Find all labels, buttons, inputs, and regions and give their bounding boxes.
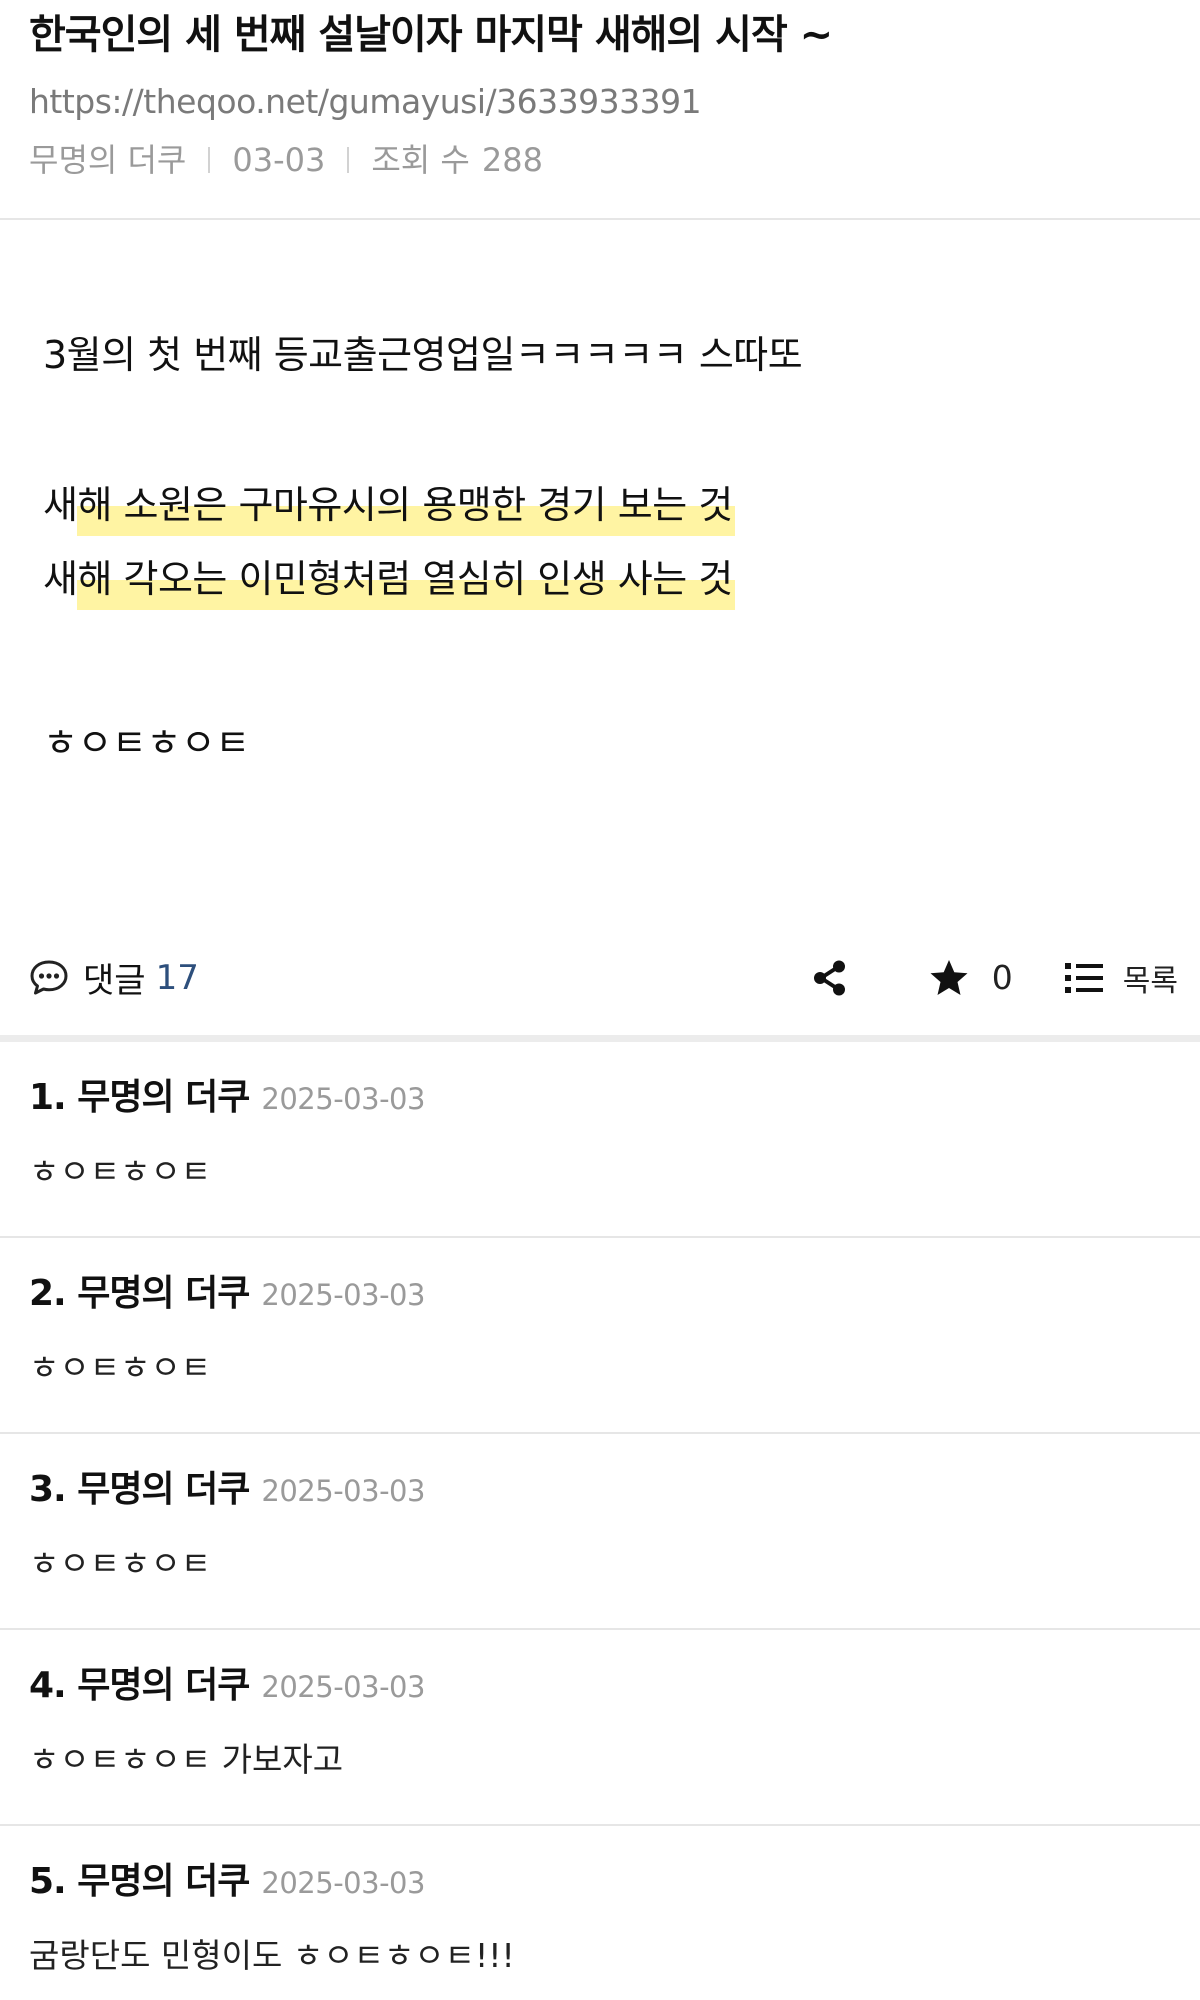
list-label: 목록 [1122,963,1178,999]
post-title: 한국인의 세 번째 설날이자 마지막 새해의 시작 ~ [29,12,833,58]
body-line-highlighted: 새해 각오는 이민형처럼 열심히 인생 사는 것 [43,542,1200,616]
meta-divider [208,147,211,173]
body-text: 새 [43,483,78,527]
body-line: ㅎㅇㅌㅎㅇㅌ [43,721,250,765]
comment-list: 1. 무명의 더쿠 2025-03-03 ㅎㅇㅌㅎㅇㅌ 2. 무명의 더쿠 20… [0,1042,1200,2000]
comment-author: 1. 무명의 더쿠 [29,1077,250,1118]
post-date: 03-03 [232,141,326,179]
comments-link[interactable]: 댓글 17 [29,953,199,1002]
list-button[interactable]: 목록 [1064,956,1178,1000]
meta-divider [347,147,350,173]
body-line-highlighted: 새해 소원은 구마유시의 용맹한 경기 보는 것 [43,468,1200,542]
comment-text: ㅎㅇㅌㅎㅇㅌ 가보자고 [29,1740,344,1779]
post-body: 3월의 첫 번째 등교출근영업일ㅋㅋㅋㅋㅋ 스따또 새해 소원은 구마유시의 용… [0,220,1200,920]
comment-header: 3. 무명의 더쿠 2025-03-03 [29,1460,1171,1512]
comment-item: 1. 무명의 더쿠 2025-03-03 ㅎㅇㅌㅎㅇㅌ [0,1042,1200,1238]
comment-item: 5. 무명의 더쿠 2025-03-03 굼랑단도 민형이도 ㅎㅇㅌㅎㅇㅌ!!! [0,1826,1200,2000]
comment-item: 2. 무명의 더쿠 2025-03-03 ㅎㅇㅌㅎㅇㅌ [0,1238,1200,1434]
comment-date: 2025-03-03 [261,1866,425,1900]
comment-text: 굼랑단도 민형이도 ㅎㅇㅌㅎㅇㅌ!!! [29,1936,515,1975]
comment-header: 5. 무명의 더쿠 2025-03-03 [29,1852,1171,1904]
comment-item: 4. 무명의 더쿠 2025-03-03 ㅎㅇㅌㅎㅇㅌ 가보자고 [0,1630,1200,1826]
highlighted-text: 해 소원은 구마유시의 용맹한 경기 보는 것 [77,468,735,542]
comment-text: ㅎㅇㅌㅎㅇㅌ [29,1544,212,1583]
body-line: 3월의 첫 번째 등교출근영업일ㅋㅋㅋㅋㅋ 스따또 [43,333,803,377]
share-icon [813,960,845,995]
recommend-count: 0 [991,958,1013,997]
comments-count: 17 [155,957,199,998]
body-text: 해 소원은 구마유시의 용맹한 경기 보는 것 [77,483,733,527]
comment-date: 2025-03-03 [261,1474,425,1508]
comment-author: 5. 무명의 더쿠 [29,1861,250,1902]
comment-author: 2. 무명의 더쿠 [29,1273,250,1314]
comment-bubble-icon [30,960,68,994]
body-text: 해 각오는 이민형처럼 열심히 인생 사는 것 [77,557,733,601]
post-header: 한국인의 세 번째 설날이자 마지막 새해의 시작 ~ https://theq… [0,0,1200,220]
comment-author: 3. 무명의 더쿠 [29,1469,250,1510]
comment-header: 1. 무명의 더쿠 2025-03-03 [29,1068,1171,1120]
share-button[interactable] [812,959,848,997]
comments-label: 댓글 [83,961,146,1001]
comment-text: ㅎㅇㅌㅎㅇㅌ [29,1152,212,1191]
post-url[interactable]: https://theqoo.net/gumayusi/3633933391 [29,82,1171,122]
post-action-bar: 댓글 17 0 목록 [0,920,1200,1042]
comment-date: 2025-03-03 [261,1670,425,1704]
list-icon [1064,962,1103,993]
comment-header: 4. 무명의 더쿠 2025-03-03 [29,1656,1171,1708]
post-meta: 무명의 더쿠 03-03 조회 수 288 [29,140,1171,180]
views-label: 조회 수 [371,141,470,179]
comment-text: ㅎㅇㅌㅎㅇㅌ [29,1348,212,1387]
comment-item: 3. 무명의 더쿠 2025-03-03 ㅎㅇㅌㅎㅇㅌ [0,1434,1200,1630]
comment-author: 4. 무명의 더쿠 [29,1665,250,1706]
body-text: 새 [43,557,78,601]
comment-date: 2025-03-03 [261,1278,425,1312]
views-count: 288 [481,141,543,179]
post-author: 무명의 더쿠 [29,141,187,179]
comment-date: 2025-03-03 [261,1082,425,1116]
star-icon [930,959,968,995]
recommend-button[interactable]: 0 [928,958,1013,998]
comment-header: 2. 무명의 더쿠 2025-03-03 [29,1264,1171,1316]
highlighted-text: 해 각오는 이민형처럼 열심히 인생 사는 것 [77,542,735,616]
